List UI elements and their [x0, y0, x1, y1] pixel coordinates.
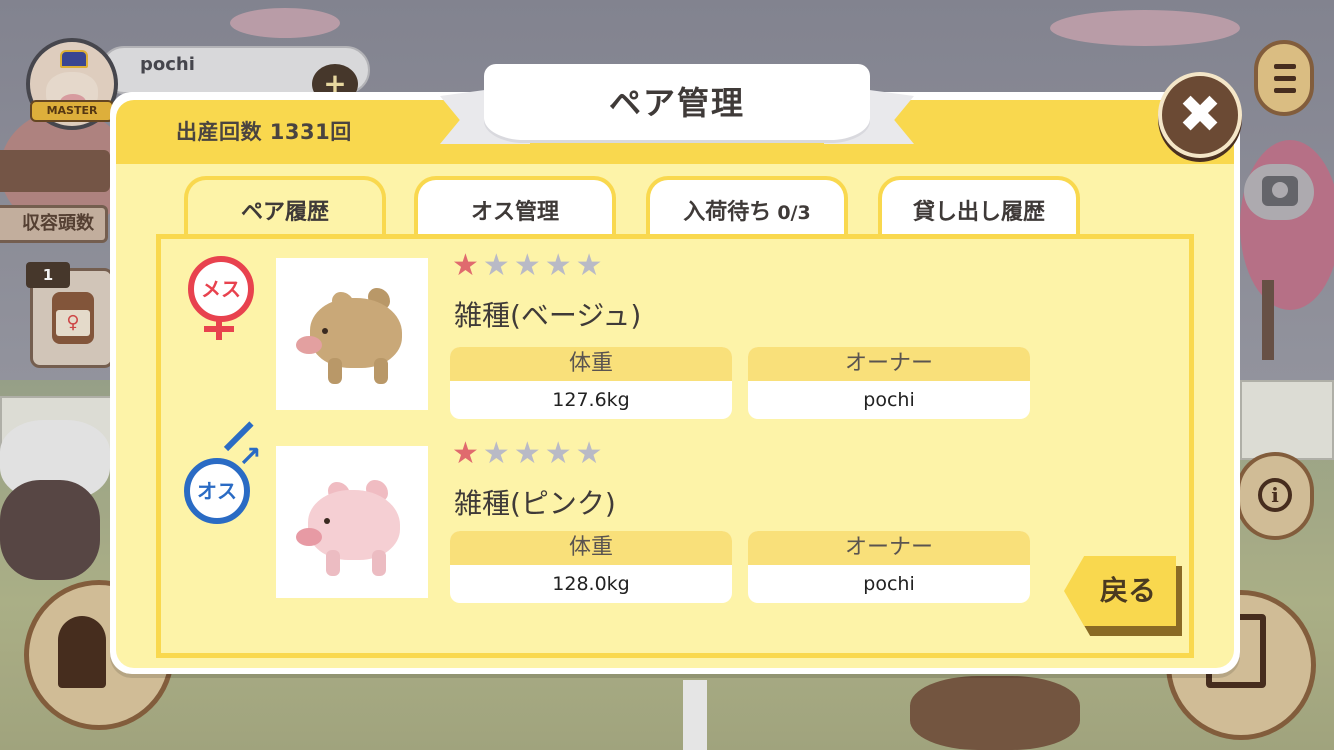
star-filled-icon: ★	[452, 248, 483, 283]
tab-label: 貸し出し履歴	[912, 200, 1045, 225]
star-empty-icon: ★	[482, 248, 514, 283]
star-filled-icon: ★	[452, 436, 483, 471]
pig-leg	[372, 550, 386, 576]
tab-label: 入荷待ち	[683, 200, 772, 225]
owner-label: オーナー	[748, 531, 1030, 565]
tab-label: オス管理	[470, 200, 559, 225]
back-button[interactable]: 戻る	[1064, 556, 1176, 626]
star-empty-icon: ★	[513, 248, 545, 283]
pig-leg	[326, 550, 340, 576]
pig-photo[interactable]	[276, 446, 428, 598]
weight-box: 体重 128.0kg	[450, 531, 732, 603]
weight-value: 127.6kg	[552, 389, 630, 411]
star-empty-icon: ★	[575, 436, 607, 471]
weight-label: 体重	[450, 531, 732, 565]
star-rating: ★★★★★	[452, 248, 607, 283]
pig-snout	[296, 336, 322, 354]
owner-value: pochi	[863, 389, 915, 411]
tab-male-management[interactable]: オス管理	[414, 176, 616, 242]
star-empty-icon: ★	[482, 436, 514, 471]
star-empty-icon: ★	[513, 436, 545, 471]
birth-count: 出産回数 1331回	[176, 120, 352, 144]
pig-leg	[328, 358, 342, 384]
female-symbol-icon	[204, 326, 234, 332]
tab-label: ペア履歴	[240, 200, 329, 225]
weight-box: 体重 127.6kg	[450, 347, 732, 419]
star-rating: ★★★★★	[452, 436, 607, 471]
owner-box: オーナー pochi	[748, 347, 1030, 419]
owner-box: オーナー pochi	[748, 531, 1030, 603]
pig-name: 雑種(ベージュ)	[454, 299, 642, 332]
pig-photo[interactable]	[276, 258, 428, 410]
tab-lending-history[interactable]: 貸し出し履歴	[878, 176, 1080, 242]
pig-name: 雑種(ピンク)	[454, 487, 616, 520]
tab-pair-history[interactable]: ペア履歴	[184, 176, 386, 242]
pig-snout	[296, 528, 322, 546]
weight-value: 128.0kg	[552, 573, 630, 595]
tab-awaiting-arrival[interactable]: 入荷待ち 0/3	[646, 176, 848, 242]
tab-count: 0/3	[777, 202, 811, 224]
male-arrow-icon: ↗	[238, 440, 262, 473]
owner-label: オーナー	[748, 347, 1030, 381]
star-empty-icon: ★	[575, 248, 607, 283]
star-empty-icon: ★	[544, 436, 576, 471]
close-icon: ✖	[1178, 85, 1222, 145]
female-badge: メス	[188, 256, 254, 322]
pig-body	[308, 490, 400, 560]
pig-leg	[374, 358, 388, 384]
pig-eye	[322, 328, 328, 334]
dialog-title: ペア管理	[608, 84, 745, 122]
pig-eye	[324, 518, 330, 524]
weight-label: 体重	[450, 347, 732, 381]
owner-value: pochi	[863, 573, 915, 595]
star-empty-icon: ★	[544, 248, 576, 283]
